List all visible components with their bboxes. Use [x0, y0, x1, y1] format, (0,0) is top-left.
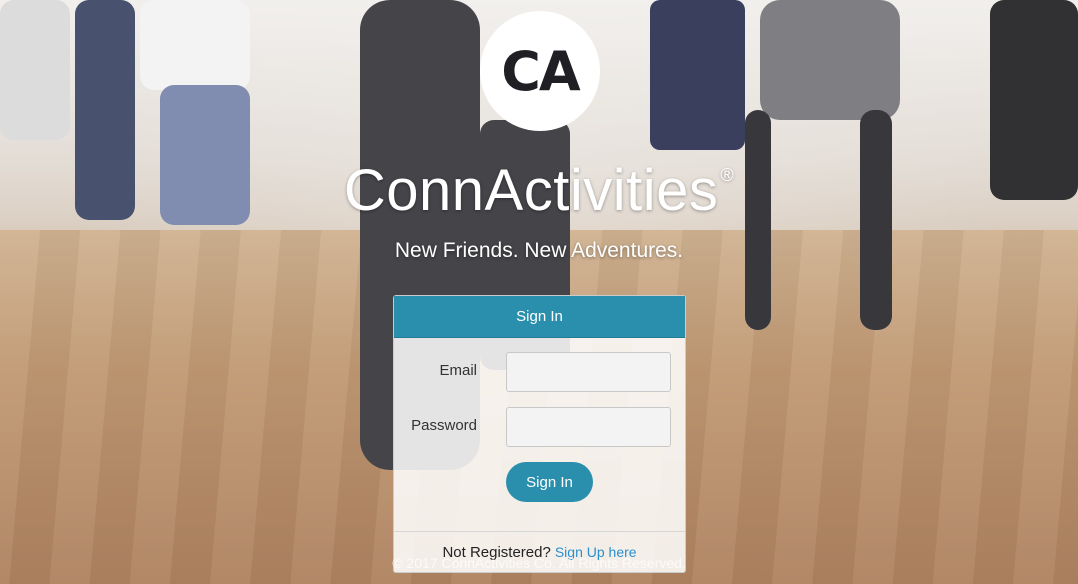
email-row: Email	[394, 352, 687, 392]
signin-button[interactable]: Sign In	[506, 462, 593, 502]
password-field[interactable]	[506, 407, 671, 447]
signin-panel: Sign In Email Password Sign In Not Regis…	[393, 295, 686, 573]
login-page: CA ConnActivities ® New Friends. New Adve…	[0, 0, 1078, 584]
copyright-text: © 2017 ConnActivities Co. All Rights Res…	[392, 555, 686, 571]
brand-name: ConnActivities	[343, 158, 719, 223]
email-field[interactable]	[506, 352, 671, 392]
brand-title: ConnActivities ®	[0, 157, 1078, 224]
signin-panel-title: Sign In	[394, 296, 685, 338]
password-row: Password	[394, 407, 687, 447]
logo-badge: CA	[480, 11, 600, 131]
password-label: Password	[411, 417, 477, 434]
tagline: New Friends. New Adventures.	[394, 239, 684, 262]
logo-text: CA	[501, 39, 580, 103]
email-label: Email	[439, 362, 477, 379]
registered-mark: ®	[720, 165, 735, 185]
